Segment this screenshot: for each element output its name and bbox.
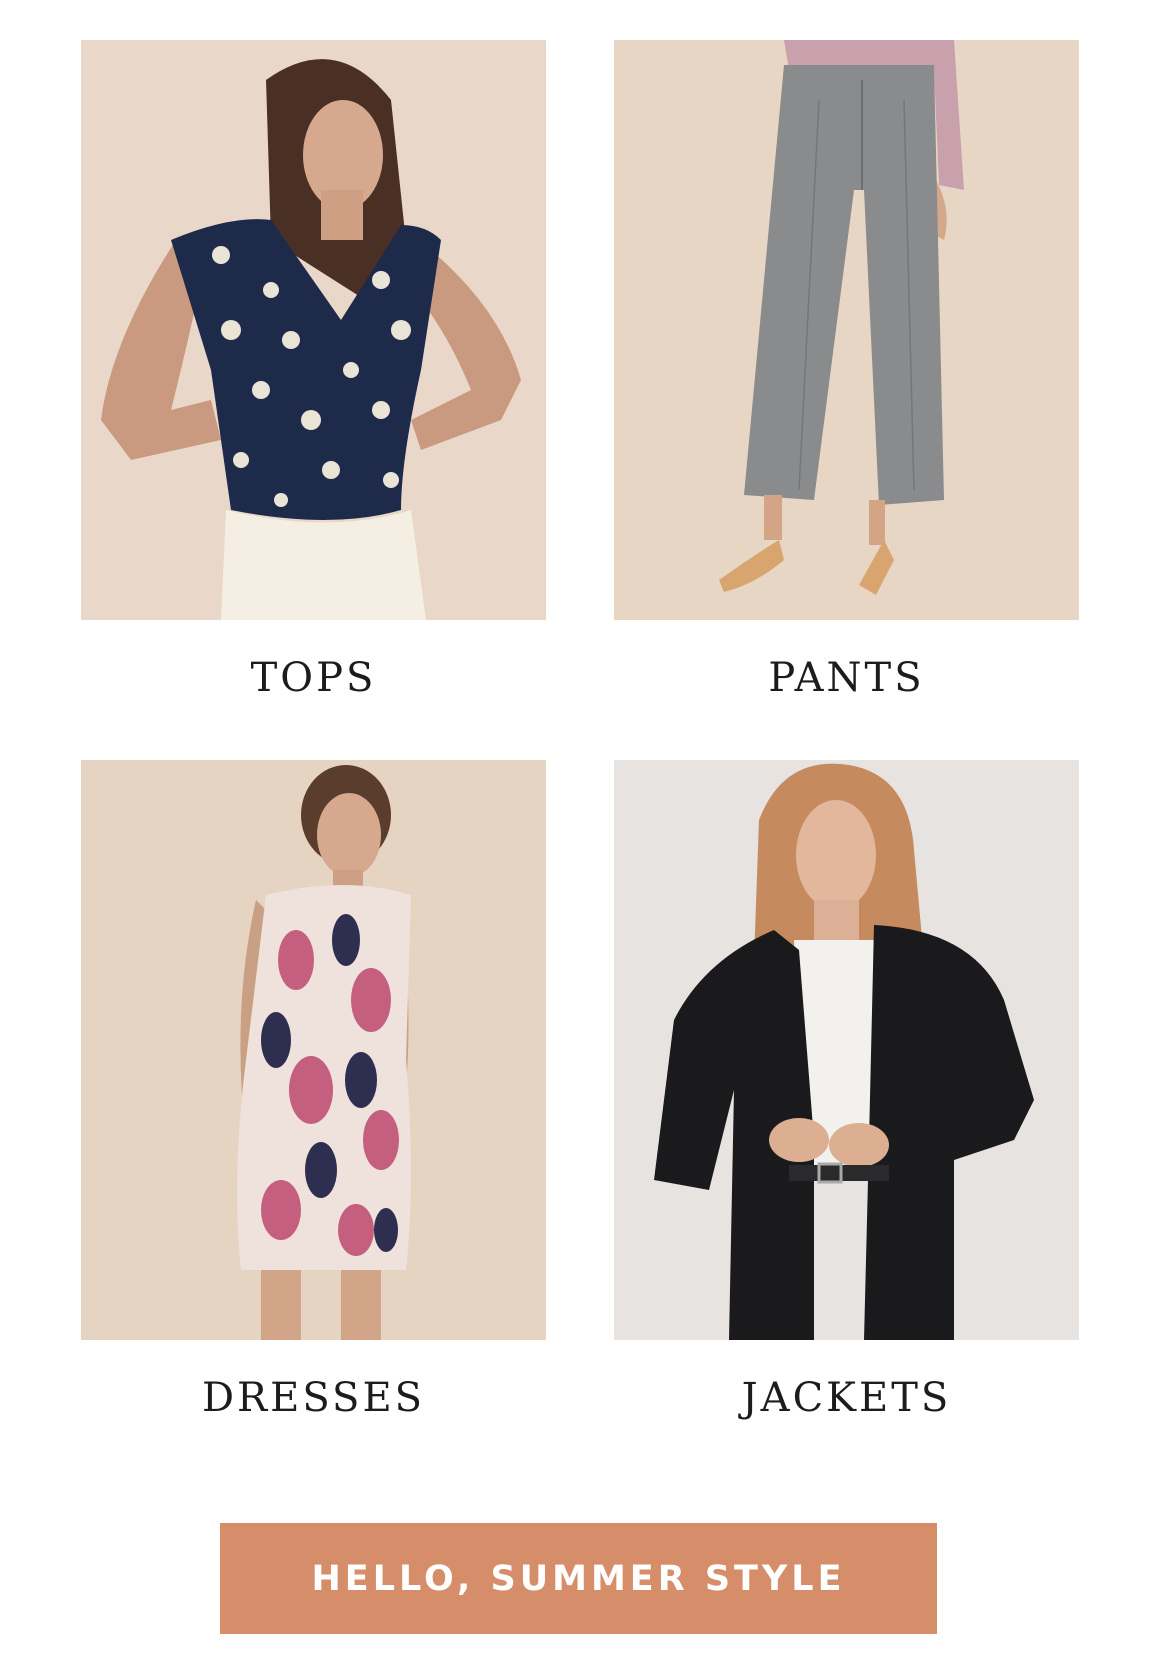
dresses-category-label[interactable]: DRESSES [81, 1375, 546, 1421]
jackets-photo [614, 760, 1079, 1340]
pants-category-image[interactable] [614, 40, 1079, 620]
dresses-photo [81, 760, 546, 1340]
hello-summer-style-button[interactable]: HELLO, SUMMER STYLE [220, 1523, 937, 1634]
dresses-category-image[interactable] [81, 760, 546, 1340]
tops-photo [81, 40, 546, 620]
jackets-category-label[interactable]: JACKETS [614, 1375, 1079, 1421]
pants-photo [614, 40, 1079, 620]
tops-category-image[interactable] [81, 40, 546, 620]
tops-category-label[interactable]: TOPS [81, 655, 546, 701]
jackets-category-image[interactable] [614, 760, 1079, 1340]
pants-category-label[interactable]: PANTS [614, 655, 1079, 701]
